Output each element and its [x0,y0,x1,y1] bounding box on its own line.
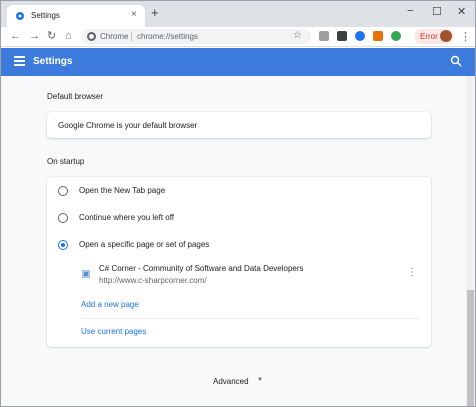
home-icon[interactable]: ⌂ [65,29,72,43]
startup-page-title: C# Corner - Community of Software and Da… [99,264,304,273]
tab-title: Settings [31,11,60,20]
toolbar: ← → ↻ ⌂ Chrome chrome://settings ☆ Error… [1,27,475,47]
scrollbar-thumb[interactable] [467,290,474,406]
back-arrow-icon[interactable]: ← [10,29,21,43]
minimize-icon[interactable]: − [407,5,413,17]
address-bar[interactable]: Chrome chrome://settings ☆ [81,29,311,44]
browser-window: Settings × + − ☐ ✕ ← → ↻ ⌂ Chrome chrome… [0,0,476,407]
new-tab-icon[interactable]: + [151,6,159,19]
default-browser-card: Google Chrome is your default browser [47,112,431,138]
divider [81,318,419,319]
on-startup-heading: On startup [47,157,85,166]
settings-content: Default browser Google Chrome is your de… [1,76,466,406]
on-startup-card: Open the New Tab page Continue where you… [47,177,431,347]
omnibox-separator [131,32,132,41]
settings-header: Settings [1,48,475,76]
omnibox-url[interactable]: chrome://settings [137,32,198,41]
extension-green-icon[interactable] [391,31,401,41]
hamburger-menu-icon[interactable] [14,56,25,66]
search-icon[interactable] [450,55,462,67]
star-icon[interactable]: ☆ [293,30,302,41]
radio-new-tab[interactable] [58,186,68,196]
maximize-icon[interactable]: ☐ [432,5,442,18]
kebab-menu-icon[interactable]: ⋮ [407,268,417,278]
chrome-site-icon [87,32,96,41]
extension-blue-icon[interactable] [355,31,365,41]
menu-icon[interactable]: ⋮ [460,30,471,43]
forward-arrow-icon[interactable]: → [29,29,40,43]
tab-close-icon[interactable]: × [131,9,137,20]
chevron-down-icon[interactable]: ▼ [257,377,263,383]
startup-page-url: http://www.c-sharpcorner.com/ [99,276,207,285]
radio-label-continue[interactable]: Continue where you left off [79,213,174,222]
radio-continue[interactable] [58,213,68,223]
page-favicon-icon [82,270,90,278]
avatar [440,30,452,42]
default-browser-heading: Default browser [47,92,104,101]
page-title: Settings [33,56,73,67]
reload-icon[interactable]: ↻ [47,29,56,43]
tab-settings[interactable]: Settings × [7,5,145,27]
omnibox-chrome-label: Chrome [100,32,129,41]
radio-label-specific-pages[interactable]: Open a specific page or set of pages [79,240,209,249]
profile-error-chip[interactable]: Error [414,29,454,44]
scrollbar[interactable] [466,76,475,406]
error-label: Error [420,32,438,41]
use-current-pages-link[interactable]: Use current pages [81,327,146,336]
radio-specific-pages[interactable] [58,240,68,250]
extension-orange-icon[interactable] [373,31,383,41]
extension-grid-icon[interactable] [337,31,347,41]
radio-label-new-tab[interactable]: Open the New Tab page [79,186,165,195]
settings-gear-icon [16,12,24,20]
extension-g-icon[interactable] [319,31,329,41]
add-new-page-link[interactable]: Add a new page [81,300,139,309]
close-window-icon[interactable]: ✕ [457,5,466,18]
default-browser-status: Google Chrome is your default browser [58,121,198,130]
tab-strip: Settings × + − ☐ ✕ [1,1,475,27]
advanced-button[interactable]: Advanced [213,377,249,386]
